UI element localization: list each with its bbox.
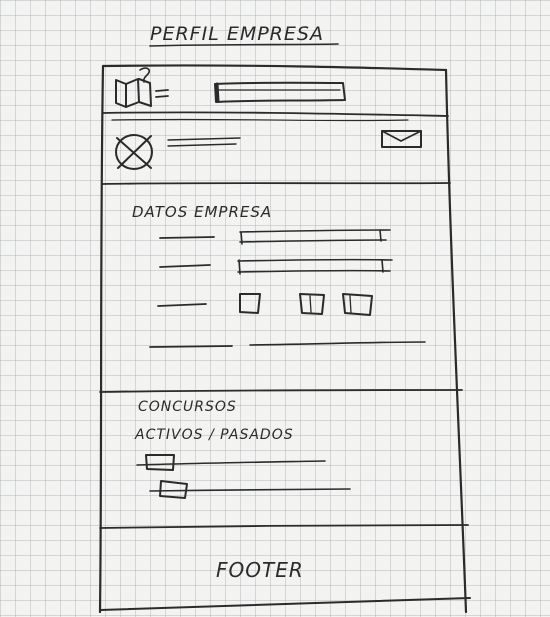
section-divider <box>99 389 463 393</box>
checkbox-icon[interactable] <box>299 293 325 315</box>
field-label <box>157 303 207 307</box>
section-divider <box>102 182 451 185</box>
search-input[interactable] <box>214 81 346 103</box>
list-item-line <box>136 460 326 466</box>
company-name-lines <box>167 137 241 147</box>
header-bar <box>102 111 449 122</box>
checkbox-icon[interactable] <box>159 480 188 499</box>
contests-heading-line2: ACTIVOS / PASADOS <box>134 427 294 443</box>
form-row-3 <box>157 293 373 316</box>
checkbox-icon[interactable] <box>239 293 261 314</box>
checkbox-icon[interactable] <box>342 293 373 316</box>
text-line[interactable] <box>249 341 426 346</box>
list-item[interactable] <box>136 454 326 471</box>
field-label <box>149 345 233 348</box>
envelope-icon[interactable] <box>381 130 422 148</box>
field-label <box>159 264 211 268</box>
avatar <box>115 134 153 170</box>
text-field[interactable] <box>239 229 391 245</box>
list-item-line <box>149 488 351 492</box>
list-item[interactable] <box>149 480 351 499</box>
book-logo-icon[interactable] <box>115 67 169 108</box>
contests-heading-line1: CONCURSOS <box>138 399 237 415</box>
company-data-heading: DATOS EMPRESA <box>132 203 272 221</box>
section-divider <box>99 524 469 529</box>
form-row-1 <box>159 229 391 245</box>
text-field[interactable] <box>237 258 393 275</box>
footer-label: FOOTER <box>216 558 304 582</box>
page-title: PERFIL EMPRESA <box>150 23 324 45</box>
form-row-2 <box>159 258 393 275</box>
form-row-4 <box>149 341 426 348</box>
field-label <box>159 236 215 239</box>
checkbox-icon[interactable] <box>145 454 175 471</box>
wireframe-sketch: PERFIL EMPRESA DATOS EMPRESA CONCURSOS A… <box>98 23 471 614</box>
